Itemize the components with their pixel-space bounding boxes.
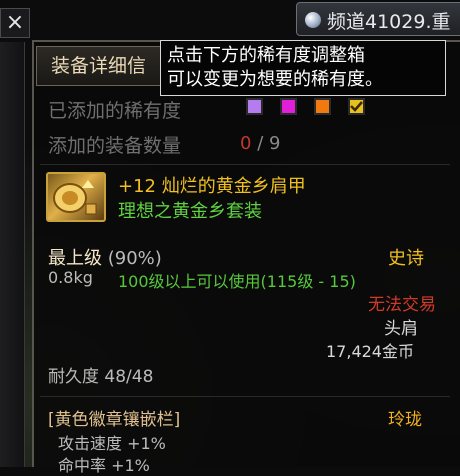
side-panel-edge bbox=[0, 42, 25, 467]
close-icon[interactable]: × bbox=[0, 8, 30, 38]
added-count-label: 添加的装备数量 bbox=[48, 135, 182, 157]
level-requirement: 100级以上可以使用(115级 - 15) bbox=[118, 272, 356, 291]
tab-equipment-detail[interactable]: 装备详细信 bbox=[36, 46, 166, 86]
stat-attack-speed: 攻击速度 +1% bbox=[58, 434, 166, 453]
equip-slot: 头肩 bbox=[384, 319, 418, 339]
added-rarity-label: 已添加的稀有度 bbox=[48, 100, 182, 122]
rarity-rare-swatch[interactable] bbox=[246, 98, 263, 115]
section-divider-2 bbox=[40, 396, 450, 397]
stat-hit-rate: 命中率 +1% bbox=[58, 456, 150, 475]
hint-line-1: 点击下方的稀有度调整箱 bbox=[167, 45, 365, 66]
rarity-legendary-swatch[interactable] bbox=[314, 98, 331, 115]
count-current: 0 bbox=[240, 133, 252, 154]
grade-percent: (90%) bbox=[107, 248, 162, 269]
count-separator: / bbox=[257, 133, 264, 154]
added-count-value: 0 / 9 bbox=[240, 133, 280, 154]
socket-type: 玲珑 bbox=[388, 410, 422, 430]
channel-indicator[interactable]: 频道41029.重 bbox=[296, 2, 460, 36]
rarity-epic-swatch-checked[interactable] bbox=[348, 98, 365, 115]
rarity-unique-swatch[interactable] bbox=[280, 98, 297, 115]
item-rarity: 史诗 bbox=[388, 248, 424, 269]
hint-line-2: 可以变更为想要的稀有度。 bbox=[167, 69, 383, 90]
trade-status: 无法交易 bbox=[368, 295, 436, 315]
item-set-name: 理想之黄金乡套装 bbox=[118, 201, 262, 222]
grade-label: 最上级 bbox=[48, 248, 102, 269]
sell-price: 17,424金币 bbox=[326, 342, 414, 361]
item-grade: 最上级 (90%) bbox=[48, 244, 162, 270]
channel-globe-icon bbox=[305, 12, 321, 28]
socket-slot-label: [黄色徽章镶嵌栏] bbox=[48, 410, 181, 430]
durability: 耐久度 48/48 bbox=[48, 367, 154, 387]
section-divider bbox=[40, 164, 450, 165]
count-max: 9 bbox=[269, 133, 281, 154]
item-name: +12 灿烂的黄金乡肩甲 bbox=[118, 176, 306, 197]
shoulder-armor-art bbox=[53, 180, 97, 215]
item-weight: 0.8kg bbox=[48, 268, 93, 287]
channel-label: 频道41029.重 bbox=[327, 11, 451, 33]
check-icon bbox=[350, 101, 363, 112]
shoulder-armor-icon[interactable] bbox=[46, 172, 106, 222]
rarity-hint-tooltip: 点击下方的稀有度调整箱 可以变更为想要的稀有度。 bbox=[160, 40, 446, 96]
